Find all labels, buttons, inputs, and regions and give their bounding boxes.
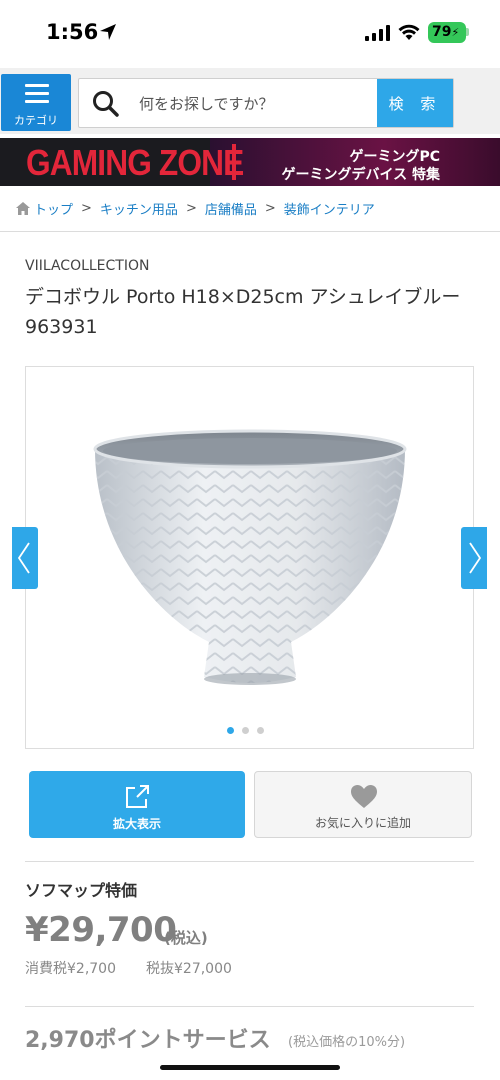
divider	[25, 1006, 474, 1007]
points-note: (税込価格の10%分)	[288, 1035, 406, 1050]
cellular-signal-icon	[365, 25, 390, 41]
zoom-view-label: 拡大表示	[112, 817, 161, 831]
status-time: 1:56	[46, 20, 99, 44]
add-to-favorites-button[interactable]: お気に入りに追加	[254, 771, 472, 838]
breadcrumb-item-kitchen[interactable]: キッチン用品	[100, 199, 178, 218]
product-image-gallery[interactable]	[25, 366, 474, 749]
home-indicator	[160, 1065, 340, 1070]
battery-level: 79	[432, 24, 452, 40]
breadcrumb-item-top[interactable]: トップ	[34, 199, 73, 218]
breadcrumb-item-decor-interior[interactable]: 装飾インテリア	[284, 199, 375, 218]
expand-icon	[126, 785, 149, 808]
breadcrumb-item-store-equipment[interactable]: 店舗備品	[205, 199, 257, 218]
consumption-tax: 消費税¥2,700	[25, 961, 116, 977]
divider	[25, 861, 474, 862]
breadcrumb-separator: >	[185, 200, 197, 216]
category-menu-button[interactable]: カテゴリ	[1, 74, 71, 131]
banner-logo: GAMING ZONE	[26, 142, 244, 183]
product-image-bowl[interactable]	[89, 427, 411, 689]
banner-divider	[232, 144, 236, 180]
gaming-zone-banner[interactable]: GAMING ZONE ゲーミングPC ゲーミングデバイス 特集	[0, 138, 500, 186]
wifi-icon	[398, 24, 420, 40]
breadcrumb: トップ > キッチン用品 > 店舗備品 > 装飾インテリア	[16, 196, 375, 220]
banner-text-line1: ゲーミングPC	[349, 149, 440, 165]
status-bar: 1:56 79⚡	[0, 0, 500, 68]
banner-text-line2: ゲーミングデバイス 特集	[281, 167, 440, 183]
search-button[interactable]: 検 索	[377, 79, 453, 127]
gallery-dot-1[interactable]	[227, 727, 234, 734]
tax-info: 消費税¥2,700 税抜¥27,000	[25, 958, 232, 978]
battery-indicator: 79⚡	[428, 22, 466, 43]
hamburger-icon	[25, 84, 49, 104]
chevron-right-icon	[469, 542, 482, 574]
gallery-dot-3[interactable]	[257, 727, 264, 734]
home-icon	[16, 201, 30, 215]
zoom-view-button[interactable]: 拡大表示	[29, 771, 245, 838]
gallery-pagination	[227, 727, 264, 734]
breadcrumb-separator: >	[81, 200, 92, 216]
product-title: デコボウル Porto H18×D25cm アシュレイブルー 963931	[25, 286, 461, 338]
location-arrow-icon	[100, 24, 116, 40]
gallery-prev-button[interactable]	[12, 527, 38, 589]
price-value: ¥29,700	[25, 910, 177, 950]
price-excluding-tax: 税抜¥27,000	[146, 961, 232, 977]
price-tax-included: (税込)	[164, 929, 208, 947]
points-service: 2,970ポイントサービス	[25, 1028, 271, 1053]
battery-tip	[466, 28, 469, 36]
heart-icon	[351, 785, 377, 808]
category-label: カテゴリ	[14, 115, 58, 127]
price-label: ソフマップ特価	[25, 881, 138, 900]
search-input[interactable]	[139, 92, 369, 116]
search-icon	[93, 91, 119, 117]
site-header: カテゴリ 検 索	[0, 68, 500, 134]
divider	[0, 231, 500, 232]
breadcrumb-separator: >	[264, 200, 276, 216]
search-box: 検 索	[78, 78, 454, 128]
add-to-favorites-label: お気に入りに追加	[314, 816, 411, 830]
chevron-left-icon	[17, 542, 30, 574]
product-brand[interactable]: VIILACOLLECTION	[25, 258, 149, 274]
gallery-next-button[interactable]	[461, 527, 487, 589]
gallery-dot-2[interactable]	[242, 727, 249, 734]
